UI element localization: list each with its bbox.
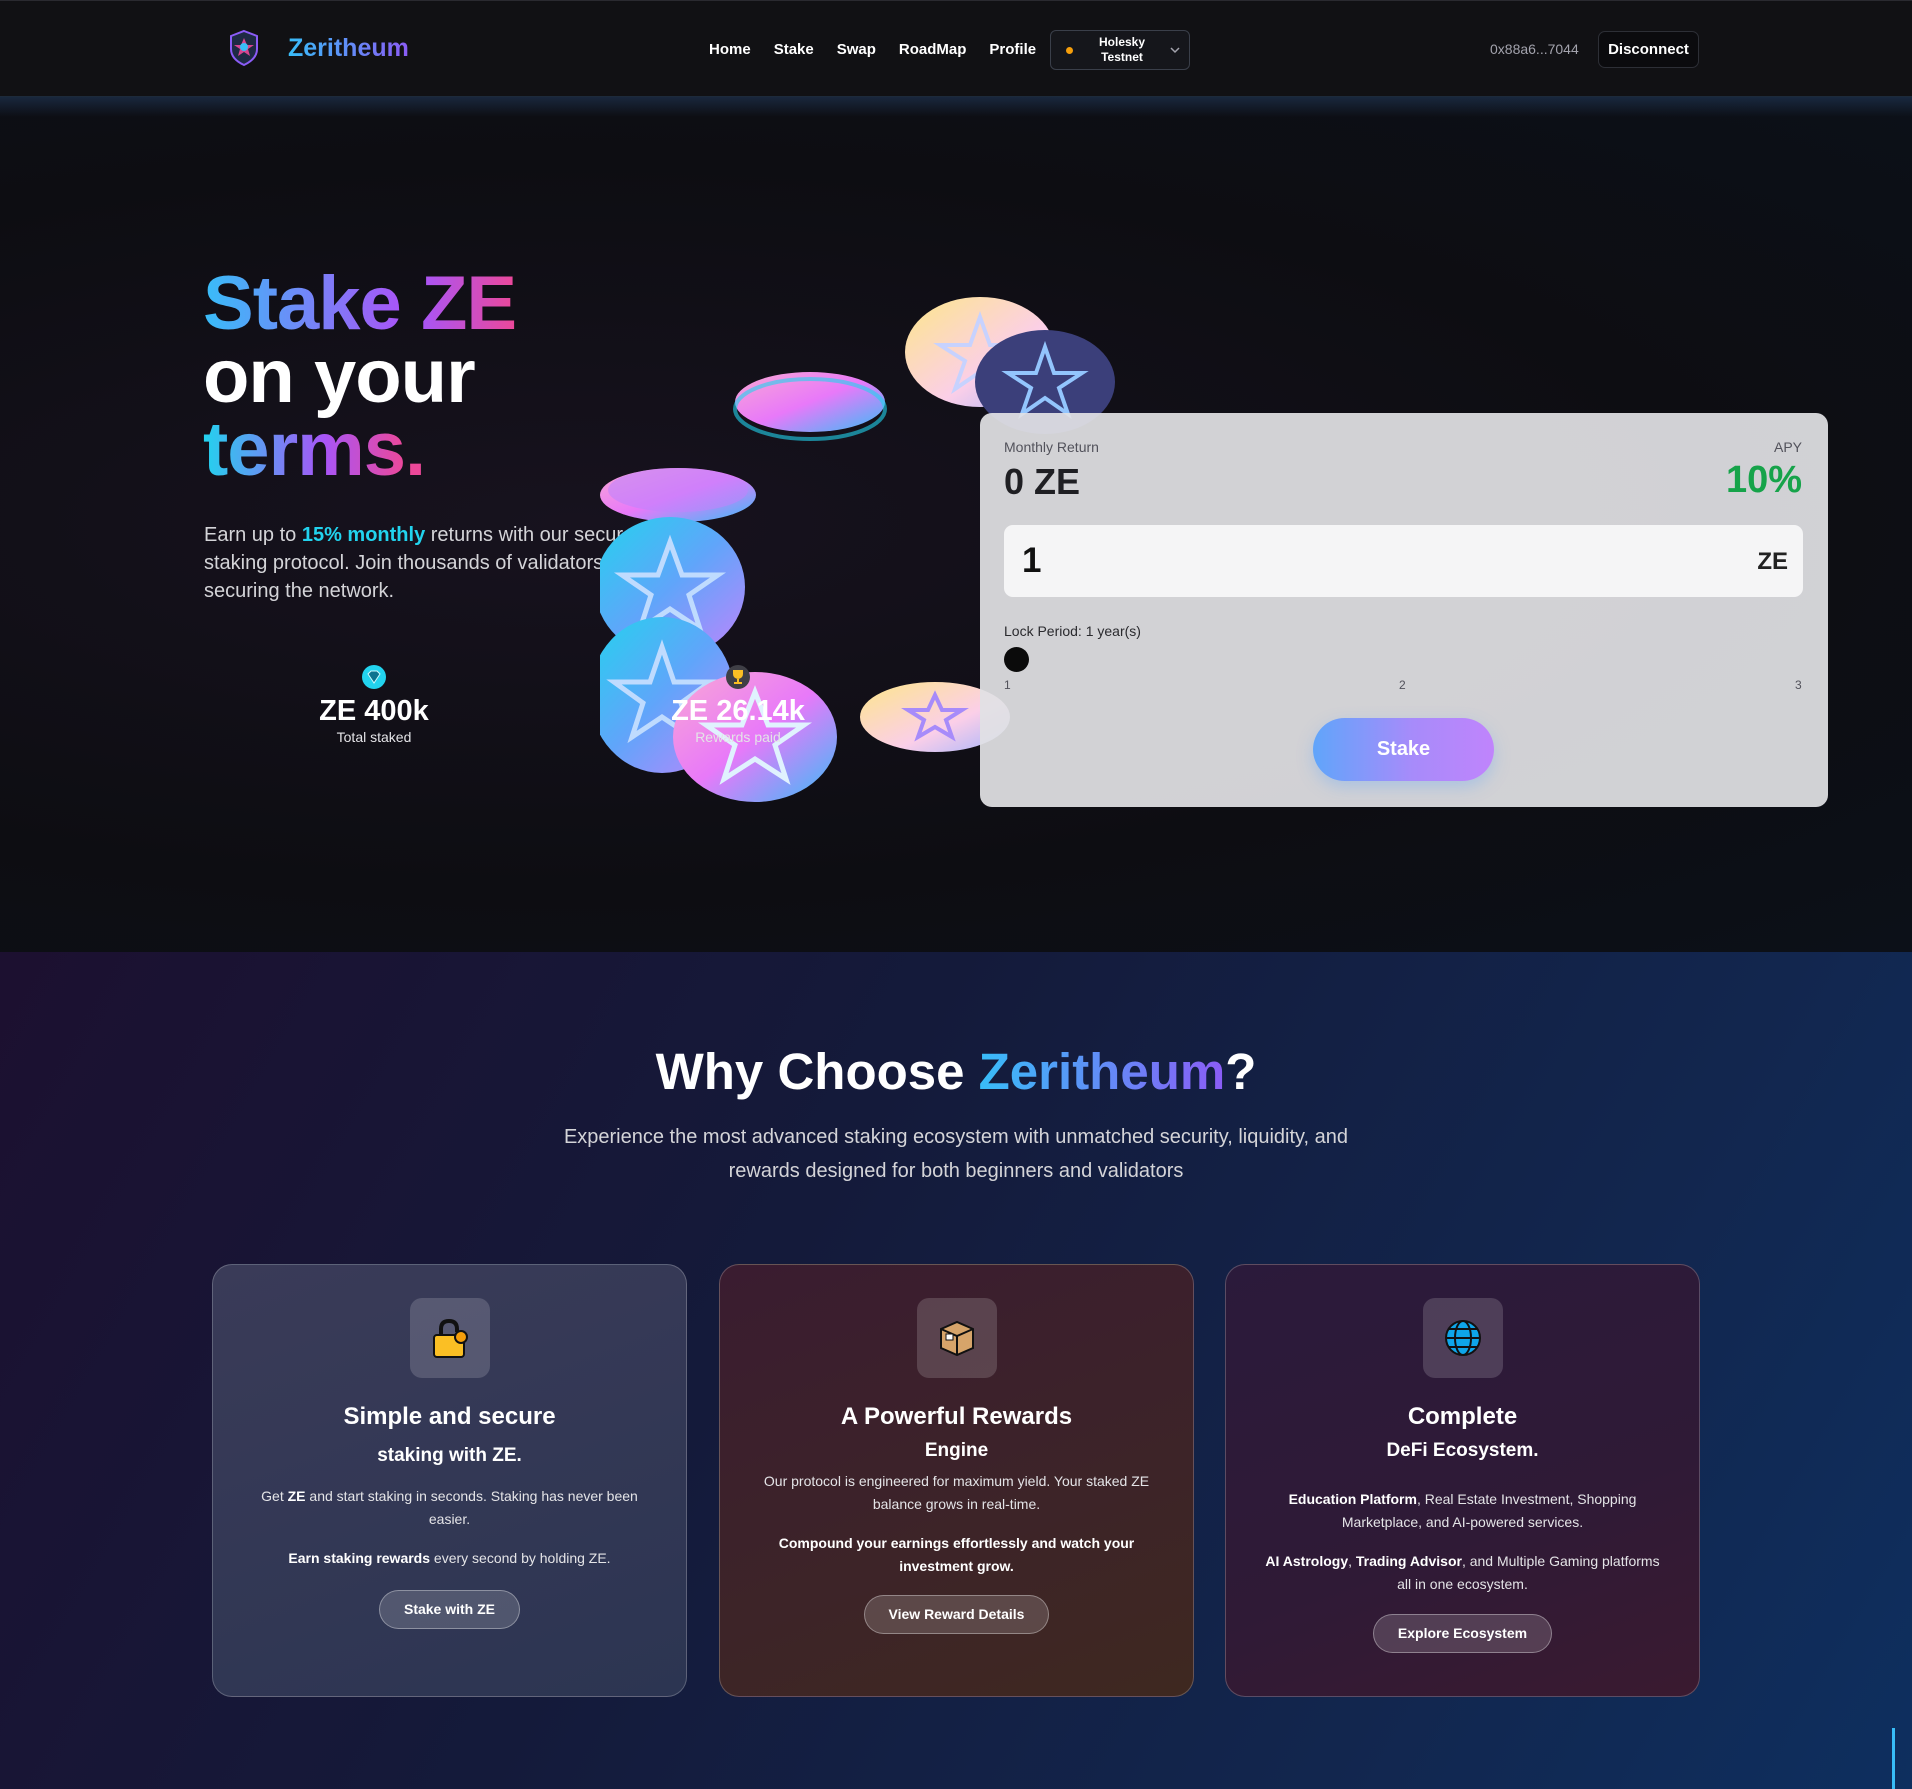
hero-title-line3: terms [203, 407, 406, 492]
feature-subtitle: DeFi Ecosystem. [1386, 1440, 1539, 1461]
feature-title: Simple and secure [343, 1403, 556, 1430]
monthly-return-value: 0 ZE [1004, 461, 1081, 502]
feature-text: Earn staking rewards every second by hol… [213, 1547, 686, 1570]
stat-label: Rewards paid [695, 729, 781, 745]
feature-text: Our protocol is engineered for maximum y… [763, 1473, 1150, 1512]
why-title-accent: Zeritheum [978, 1043, 1226, 1100]
globe-icon [1444, 1320, 1481, 1356]
top-navbar: Zeritheum Home Stake Swap RoadMap Profil… [0, 0, 1912, 97]
feature-subtitle: Engine [924, 1440, 989, 1461]
wallet-address: 0x88a6...7044 [1490, 41, 1579, 57]
feature-text: Compound your earnings effortlessly and … [720, 1532, 1193, 1578]
chevron-down-icon [1170, 47, 1180, 54]
stake-button[interactable]: Stake [1313, 718, 1494, 781]
why-title: Why Choose Zeritheum? [0, 1042, 1912, 1101]
why-choose-section: Why Choose Zeritheum? Experience the mos… [0, 952, 1912, 1789]
lock-period-slider-thumb[interactable] [1004, 647, 1029, 672]
hero-title: Stake ZE on your terms. [203, 266, 517, 488]
view-reward-details-button[interactable]: View Reward Details [863, 1595, 1050, 1634]
why-title-suffix: ? [1225, 1043, 1257, 1100]
feature-text: AI Astrology, Trading Advisor, and Multi… [1226, 1550, 1699, 1596]
stat-label: Total staked [336, 729, 412, 745]
diamond-icon [362, 665, 386, 689]
hero-desc-prefix: Earn up to [204, 524, 302, 546]
stake-amount-input[interactable] [1004, 525, 1803, 597]
stat-value: ZE 400k [319, 695, 429, 727]
trophy-icon [726, 665, 750, 689]
nav-home[interactable]: Home [709, 41, 751, 58]
disconnect-button[interactable]: Disconnect [1598, 31, 1699, 68]
nav-stake[interactable]: Stake [774, 41, 814, 58]
text-bold: Education Platform [1288, 1491, 1417, 1507]
text-bold: ZE [287, 1488, 306, 1504]
network-status-dot [1066, 46, 1073, 54]
hero-section: Stake ZE on your terms. Earn up to 15% m… [0, 97, 1912, 952]
feature-card-rewards-engine: A Powerful Rewards Engine Our protocol i… [719, 1264, 1194, 1697]
feature-subtitle: staking with ZE. [377, 1445, 522, 1466]
monthly-return-label: Monthly Return [1004, 439, 1099, 455]
lock-period-tick: 1 [1004, 678, 1011, 692]
text-bold: Trading Advisor [1355, 1553, 1462, 1569]
hero-top-glow [0, 97, 1912, 117]
nav-profile[interactable]: Profile [989, 41, 1036, 58]
main-nav: Home Stake Swap RoadMap Profile [709, 41, 1059, 58]
hero-desc-highlight: 15% monthly [301, 524, 426, 546]
feature-title: Complete [1407, 1403, 1518, 1430]
feature-card-defi-ecosystem: Complete DeFi Ecosystem. Education Platf… [1225, 1264, 1700, 1697]
coin [733, 372, 887, 441]
brand[interactable]: Zeritheum [228, 29, 409, 67]
feature-card-simple-secure: Simple and secure staking with ZE. Get Z… [212, 1264, 687, 1697]
why-subtitle: Experience the most advanced staking eco… [563, 1126, 1349, 1182]
why-title-prefix: Why Choose [655, 1043, 979, 1100]
feature-text: Get ZE and start staking in seconds. Sta… [213, 1485, 686, 1531]
text-bold: AI Astrology [1265, 1553, 1349, 1569]
explore-ecosystem-button[interactable]: Explore Ecosystem [1372, 1614, 1553, 1653]
zeritheum-logo-icon [230, 29, 258, 67]
text-bold: Compound your earnings effortlessly and … [778, 1535, 1135, 1574]
nav-swap[interactable]: Swap [837, 41, 876, 58]
lock-period-slider-track[interactable] [1004, 659, 1799, 663]
lock-period-tick: 3 [1795, 678, 1802, 692]
text-fragment: , [1348, 1553, 1356, 1569]
text-fragment: every second by holding ZE. [430, 1550, 611, 1566]
nav-roadmap[interactable]: RoadMap [899, 41, 967, 58]
brand-name: Zeritheum [288, 33, 409, 62]
hero-title-dot: . [405, 407, 426, 492]
stake-amount-unit: ZE [1757, 548, 1788, 575]
stake-with-ze-button[interactable]: Stake with ZE [378, 1590, 521, 1629]
stake-card: Monthly Return 0 ZE APY 10% ZE Lock Peri… [980, 413, 1828, 807]
apy-label: APY [1773, 439, 1802, 455]
network-label: Holesky Testnet [1098, 35, 1146, 64]
stat-value: ZE 26.14k [671, 695, 805, 727]
lock-icon [432, 1318, 468, 1358]
box-icon [939, 1320, 974, 1357]
text-fragment: Get [261, 1488, 288, 1504]
scroll-indicator[interactable] [1892, 1728, 1895, 1789]
text-fragment: and start staking in seconds. Staking ha… [305, 1488, 638, 1527]
feature-title: A Powerful Rewards [840, 1403, 1073, 1430]
feature-icon-box [916, 1298, 997, 1378]
text-bold: Earn staking rewards [288, 1550, 431, 1566]
lock-period-label: Lock Period: 1 year(s) [1004, 623, 1141, 639]
feature-icon-box [409, 1298, 490, 1378]
feature-icon-box [1422, 1298, 1503, 1378]
feature-text: Education Platform, Real Estate Investme… [1226, 1488, 1699, 1534]
stat-total-staked: ZE 400k Total staked [254, 665, 494, 745]
stat-rewards-paid: ZE 26.14k Rewards paid [618, 665, 858, 745]
lock-period-tick: 2 [1399, 678, 1406, 692]
network-selector[interactable]: Holesky Testnet [1050, 30, 1190, 70]
apy-value: 10% [1725, 459, 1802, 501]
coin [600, 468, 756, 522]
